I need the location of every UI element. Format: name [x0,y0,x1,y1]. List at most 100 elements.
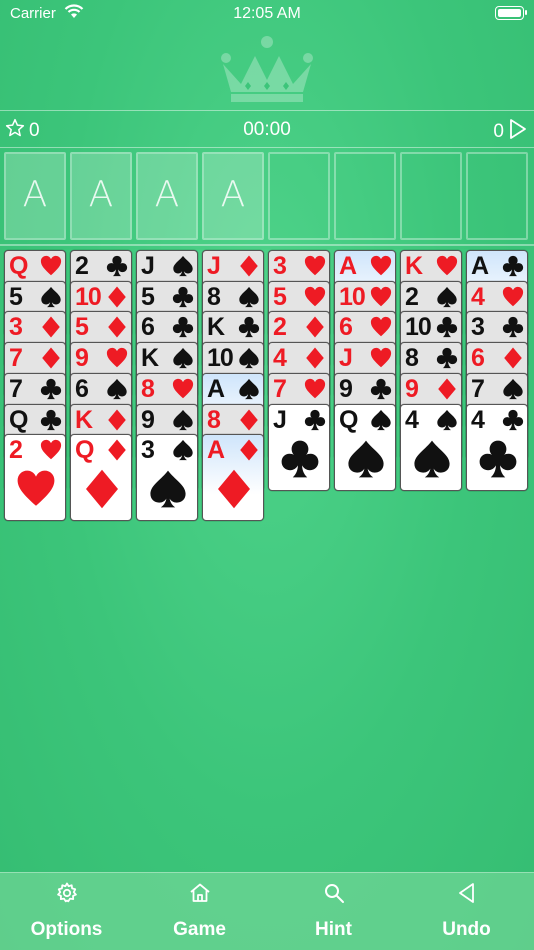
spade-icon [40,286,62,313]
spade-icon [172,347,194,374]
club-icon [304,409,326,436]
card-rank: J [273,405,287,434]
club-icon [172,286,194,313]
diamond-icon [304,316,326,343]
card-rank: 6 [141,313,155,342]
card-rank: 4 [273,344,287,373]
card-rank: 5 [141,282,155,311]
options-label: Options [30,919,103,940]
card-4-club[interactable]: 4 [466,403,528,491]
spade-icon [172,409,194,436]
card-q-spade[interactable]: Q [334,403,396,491]
spade-icon [238,378,260,405]
play-icon[interactable] [508,118,528,146]
diamond-icon [106,408,128,436]
card-rank: 9 [405,374,419,403]
diamond-icon [238,408,260,436]
card-rank: 10 [207,344,234,373]
heart-icon [40,439,62,466]
club-icon [40,409,62,436]
card-rank: A [339,252,357,280]
diamond-icon [40,316,62,343]
card-rank: K [207,313,225,342]
card-rank: Q [9,405,28,434]
card-rank: 7 [9,344,23,373]
tableau: Q 5 3 7 7 Q 2 2 10 5 9 6 K Q J 5 6 K 8 9 3 J 8 K 10 A 8 A 3 5 2 4 7 J A 10 6… [0,250,534,530]
card-j-club[interactable]: J [268,403,330,491]
card-rank: 3 [471,313,485,342]
club-icon [106,255,128,282]
hint-label: Hint [315,919,352,940]
diamond-icon [106,316,128,343]
free-cell-4[interactable] [466,152,528,240]
diamond-large-icon [82,467,122,516]
card-rank: 4 [471,405,485,434]
hint-button[interactable]: Hint [267,873,400,950]
card-rank: 2 [405,282,419,311]
diamond-icon [106,286,128,313]
card-rank: J [141,252,155,280]
game-timer: 00:00 [243,119,291,140]
foundation-4[interactable]: A [202,152,264,240]
card-q-diamond[interactable]: Q [70,434,132,522]
spade-icon [238,347,260,374]
diamond-icon [502,347,524,374]
cells-row: A A A A [0,152,534,242]
foundation-3[interactable]: A [136,152,198,240]
foundation-1[interactable]: A [4,152,66,240]
card-rank: 7 [273,374,287,403]
club-icon [502,409,524,436]
score-bar: 0 00:00 0 [0,110,534,148]
card-rank: A [207,436,225,465]
gear-icon [0,881,133,905]
clock: 12:05 AM [233,5,301,22]
moves-counter[interactable]: 0 [493,118,528,146]
card-rank: 2 [9,436,23,465]
diamond-icon [238,255,260,282]
card-rank: 9 [141,405,155,434]
diamond-icon [304,347,326,374]
heart-icon [304,286,326,313]
diamond-icon [106,439,128,466]
card-4-spade[interactable]: 4 [400,403,462,491]
heart-icon [106,347,128,374]
divider [0,244,534,246]
spade-icon [436,409,458,436]
club-icon [238,316,260,343]
card-rank: 4 [405,405,419,434]
card-rank: 2 [75,252,89,280]
free-cell-3[interactable] [400,152,462,240]
club-icon [436,347,458,374]
free-cell-2[interactable] [334,152,396,240]
card-rank: 3 [141,436,155,465]
game-label: Game [173,919,226,940]
card-a-diamond[interactable]: A [202,434,264,522]
options-button[interactable]: Options [0,873,133,950]
home-icon [133,881,266,905]
card-rank: 8 [141,374,155,403]
triangle-left-icon [400,881,533,905]
card-rank: K [141,344,159,373]
spade-large-icon [412,437,452,486]
moves-value: 0 [493,121,504,142]
undo-button[interactable]: Undo [400,873,533,950]
card-2-heart[interactable]: 2 [4,434,66,522]
card-rank: 5 [273,282,287,311]
card-3-spade[interactable]: 3 [136,434,198,522]
diamond-icon [40,347,62,374]
card-rank: J [339,344,353,373]
bottom-toolbar: Options Game Hint Undo [0,872,534,950]
card-rank: K [75,405,93,434]
club-icon [370,378,392,405]
foundation-2[interactable]: A [70,152,132,240]
card-rank: 7 [9,374,23,403]
diamond-icon [436,378,458,405]
free-cell-1[interactable] [268,152,330,240]
spade-icon [370,409,392,436]
card-rank: 4 [471,282,485,311]
game-button[interactable]: Game [133,873,266,950]
card-rank: K [405,252,423,280]
undo-label: Undo [442,919,491,940]
heart-icon [304,255,326,282]
spade-icon [172,439,194,466]
